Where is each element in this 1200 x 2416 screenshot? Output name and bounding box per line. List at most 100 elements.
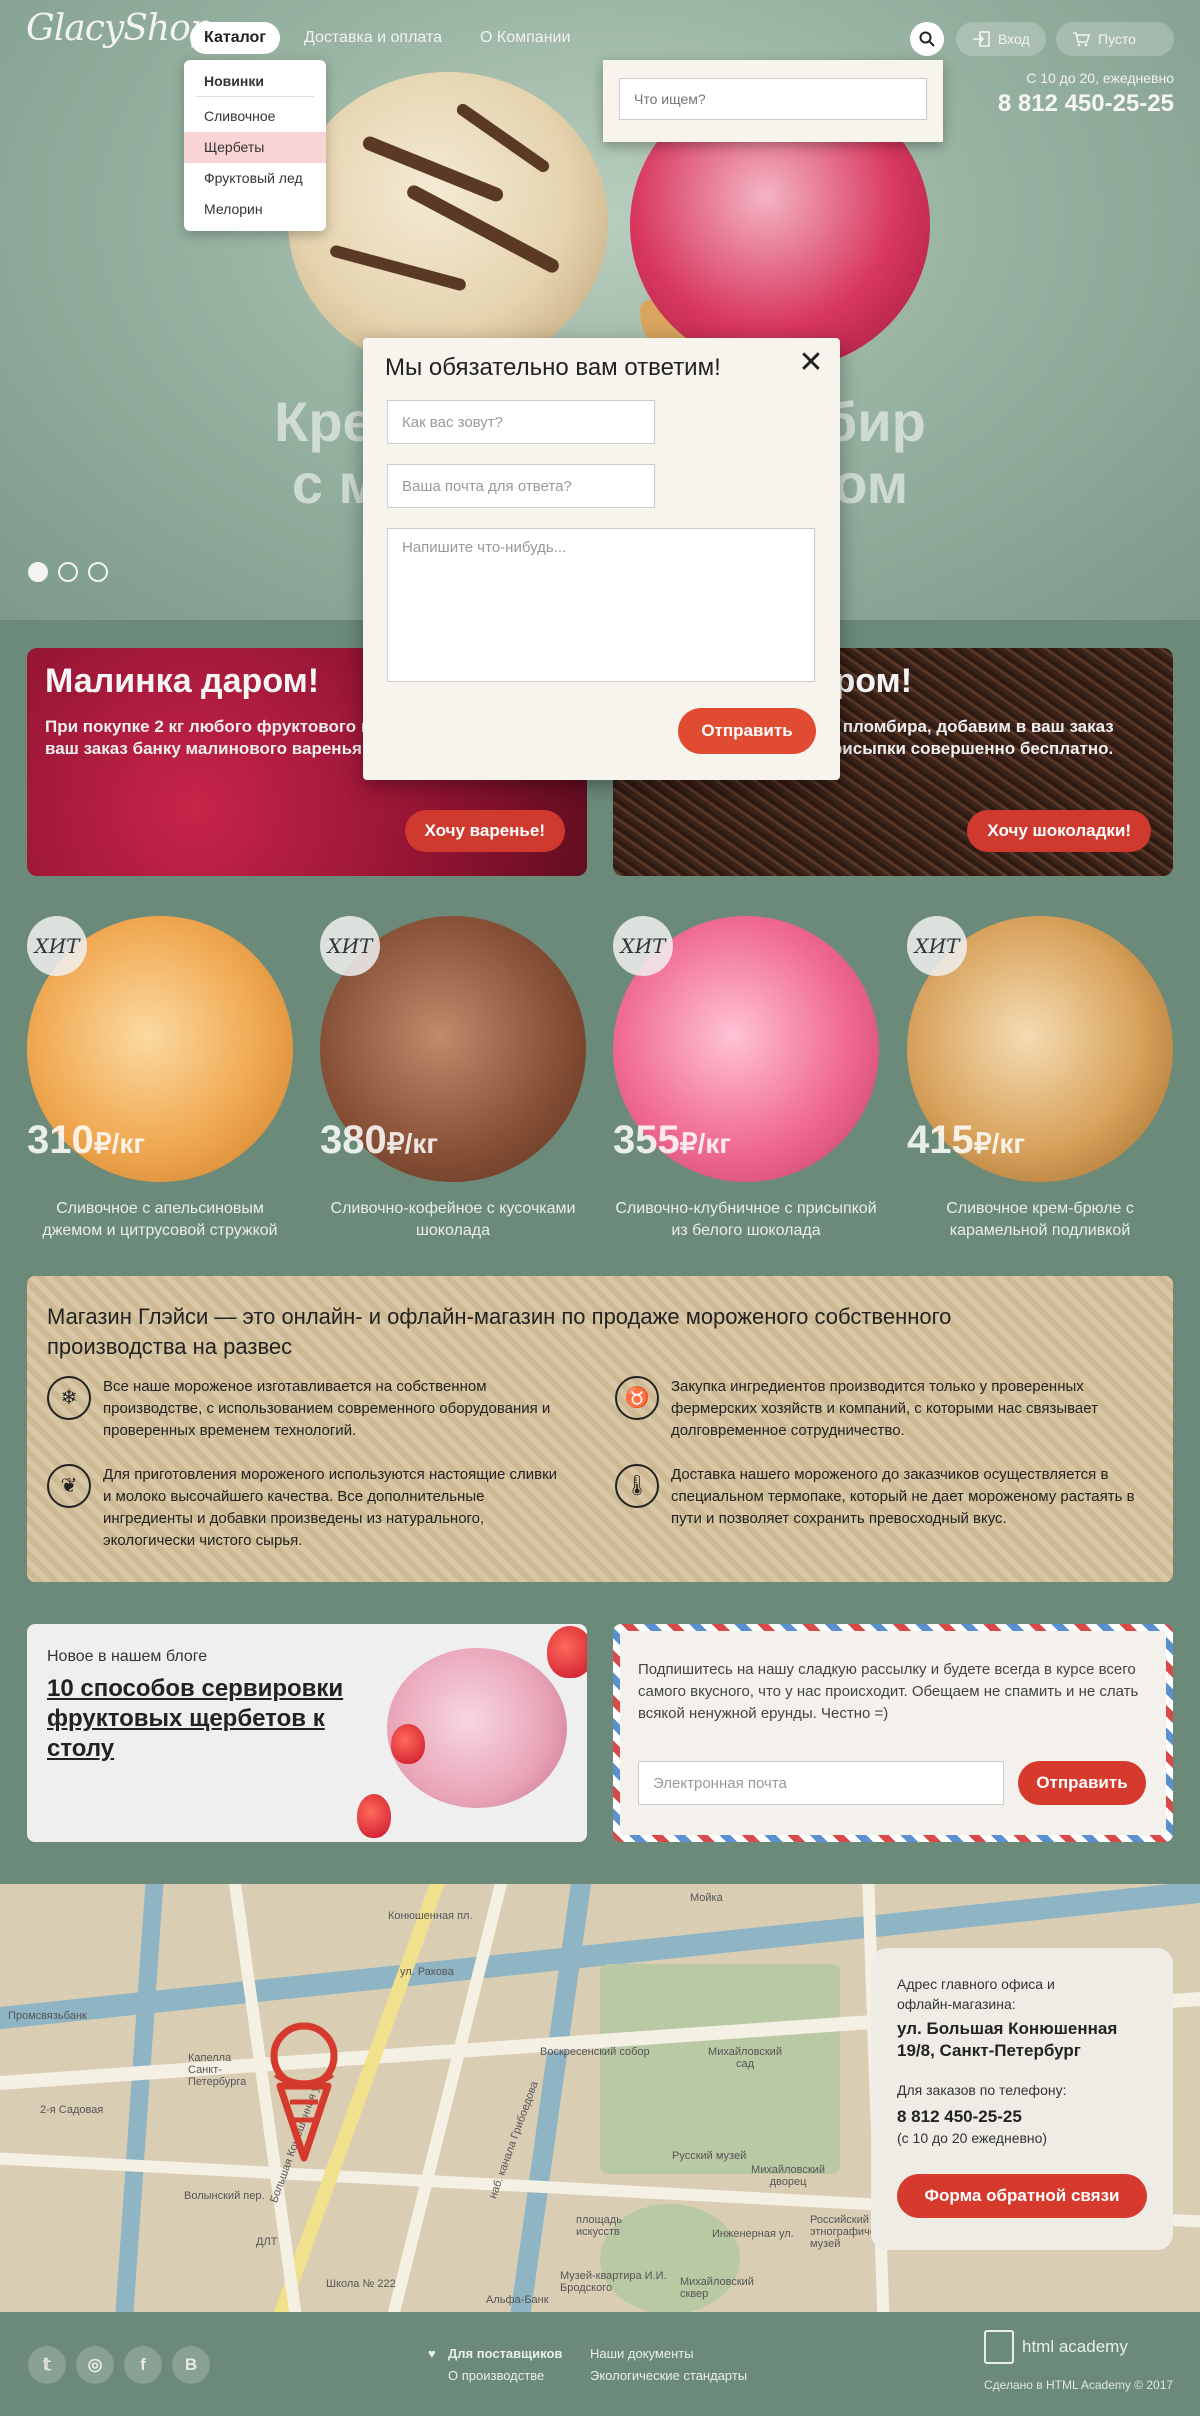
feature-item: ❄ Все наше мороженое изготавливается на … <box>47 1376 567 1442</box>
search-popup <box>603 60 943 142</box>
close-icon[interactable]: ✕ <box>796 348 826 378</box>
login-label: Вход <box>998 31 1030 47</box>
vk-icon[interactable]: B <box>172 2346 210 2384</box>
subscribe-email-field[interactable]: Электронная почта <box>638 1761 1004 1805</box>
map-label: Альфа-Банк <box>486 2294 549 2306</box>
subscribe-button[interactable]: Отправить <box>1018 1761 1146 1805</box>
cow-icon: ♉ <box>615 1376 659 1420</box>
feedback-form-button[interactable]: Форма обратной связи <box>897 2174 1147 2218</box>
map-label: Школа № 222 <box>326 2278 396 2290</box>
nav-catalog[interactable]: Каталог <box>190 22 280 54</box>
modal-submit-button[interactable]: Отправить <box>678 708 816 754</box>
product-price: 415₽/кг <box>907 1118 1026 1162</box>
cart-button[interactable]: Пусто <box>1056 22 1174 56</box>
map-label: Мойка <box>690 1892 723 1904</box>
heart-icon: ♥ <box>428 2346 436 2361</box>
contact-hours: (с 10 до 20 ежедневно) <box>897 2130 1048 2146</box>
map-label: Промсвязьбанк <box>8 2010 87 2022</box>
promo-raspberry-button[interactable]: Хочу варенье! <box>404 810 565 852</box>
map-label: Воскресенский собор <box>540 2046 650 2058</box>
header-phone[interactable]: 8 812 450-25-25 <box>998 90 1174 118</box>
road <box>382 1884 510 2312</box>
instagram-icon[interactable]: ◎ <box>76 2346 114 2384</box>
feature-item: ❦ Для приготовления мороженого использую… <box>47 1464 567 1552</box>
footer-link-suppliers[interactable]: Для поставщиков <box>448 2346 562 2361</box>
map-label: Русский музей <box>672 2150 747 2162</box>
hit-badge: ХИТ <box>27 916 87 976</box>
logo[interactable]: GlacyShop <box>26 8 213 49</box>
catalog-dropdown: Новинки Сливочное Щербеты Фруктовый лед … <box>184 60 326 231</box>
message-textarea[interactable]: Напишите что-нибудь... <box>387 528 815 682</box>
ice-cream-icon: ❄ <box>47 1376 91 1420</box>
map-label: Музей-квартира И.И. Бродского <box>560 2270 667 2294</box>
feature-item: ♉ Закупка ингредиентов производится толь… <box>615 1376 1135 1442</box>
footer-link-production[interactable]: О производстве <box>448 2368 544 2383</box>
product-card[interactable]: ХИТ 310₽/кг Сливочное с апельсиновым дже… <box>27 916 293 1242</box>
search-icon <box>919 31 935 47</box>
feature-item: 🌡 Доставка нашего мороженого до заказчик… <box>615 1464 1135 1530</box>
map-label: ул. Ракова <box>400 1966 454 1978</box>
catalog-item-melorin[interactable]: Мелорин <box>184 194 326 225</box>
map-label: Российский этнографический музей <box>810 2214 899 2250</box>
catalog-item-fruit-ice[interactable]: Фруктовый лед <box>184 163 326 194</box>
feature-text: Доставка нашего мороженого до заказчиков… <box>671 1466 1135 1527</box>
contact-phone[interactable]: 8 812 450-25-25 <box>897 2106 1147 2128</box>
twitter-icon[interactable]: 𝕥 <box>28 2346 66 2384</box>
blog-teaser: Новое в нашем блоге 10 способов сервиров… <box>27 1624 587 1842</box>
catalog-item-sherbet[interactable]: Щербеты <box>184 132 326 163</box>
product-name[interactable]: Сливочное с апельсиновым джемом и цитрус… <box>27 1198 293 1242</box>
name-field[interactable]: Как вас зовут? <box>387 400 655 444</box>
facebook-icon[interactable]: f <box>124 2346 162 2384</box>
strawberry-image <box>391 1724 425 1764</box>
footer-link-documents[interactable]: Наши документы <box>590 2346 694 2361</box>
html-academy-logo[interactable]: html academy <box>984 2330 1128 2364</box>
map-pin-icon[interactable] <box>262 2022 346 2162</box>
phone-label: Для заказов по телефону: <box>897 2082 1067 2098</box>
thermometer-icon: 🌡 <box>615 1464 659 1508</box>
map-label: Михайловский дворец <box>751 2164 825 2188</box>
slider-dot-3[interactable] <box>88 562 108 582</box>
product-price: 310₽/кг <box>27 1118 146 1162</box>
product-price: 380₽/кг <box>320 1118 439 1162</box>
search-input[interactable] <box>619 78 927 120</box>
promo-chocolate-button[interactable]: Хочу шоколадки! <box>967 810 1151 852</box>
slider-dots <box>28 562 108 582</box>
nav-about[interactable]: О Компании <box>466 22 584 54</box>
ice-cream-scoop-vanilla <box>288 72 608 372</box>
feature-text: Все наше мороженое изготавливается на со… <box>103 1378 551 1439</box>
login-button[interactable]: Вход <box>956 22 1046 56</box>
map-label: площадь искусств <box>576 2214 622 2238</box>
work-hours: С 10 до 20, ежедневно <box>1026 70 1174 86</box>
map-label: Волынский пер. <box>184 2190 265 2202</box>
product-name[interactable]: Сливочно-клубничное с присыпкой из белог… <box>613 1198 879 1242</box>
footer-link-eco[interactable]: Экологические стандарты <box>590 2368 747 2383</box>
catalog-item-new[interactable]: Новинки <box>196 66 314 97</box>
product-card[interactable]: ХИТ 380₽/кг Сливочно-кофейное с кусочкам… <box>320 916 586 1242</box>
main-nav: Каталог Доставка и оплата О Компании <box>190 22 584 54</box>
contact-card: Адрес главного офиса и офлайн-магазина: … <box>871 1948 1173 2250</box>
map-label: Инженерная ул. <box>712 2228 794 2240</box>
catalog-item-creamy[interactable]: Сливочное <box>184 101 326 132</box>
email-field[interactable]: Ваша почта для ответа? <box>387 464 655 508</box>
search-button[interactable] <box>910 22 944 56</box>
product-name[interactable]: Сливочное крем-брюле с карамельной подли… <box>907 1198 1173 1242</box>
slider-dot-2[interactable] <box>58 562 78 582</box>
product-card[interactable]: ХИТ 415₽/кг Сливочное крем-брюле с карам… <box>907 916 1173 1242</box>
address-label: Адрес главного офиса и офлайн-магазина: <box>897 1976 1055 2012</box>
blog-kicker: Новое в нашем блоге <box>47 1648 208 1665</box>
product-card[interactable]: ХИТ 355₽/кг Сливочно-клубничное с присып… <box>613 916 879 1242</box>
hit-badge: ХИТ <box>613 916 673 976</box>
modal-title: Мы обязательно вам ответим! <box>385 354 721 381</box>
subscribe-section: Подпишитесь на нашу сладкую рассылку и б… <box>613 1624 1173 1842</box>
academy-label: html academy <box>1022 2337 1128 2356</box>
strawberry-image <box>547 1626 587 1678</box>
product-name[interactable]: Сливочно-кофейное с кусочками шоколада <box>320 1198 586 1242</box>
map-label: Конюшенная пл. <box>388 1910 473 1922</box>
leaf-icon: ❦ <box>47 1464 91 1508</box>
blog-title-link[interactable]: 10 способов сервировки фруктовых щербето… <box>47 1674 357 1764</box>
nav-delivery[interactable]: Доставка и оплата <box>290 22 456 54</box>
feedback-modal: Мы обязательно вам ответим! ✕ Как вас зо… <box>363 338 840 780</box>
map-label: 2-я Садовая <box>40 2104 104 2116</box>
cart-icon <box>1073 32 1090 47</box>
slider-dot-1[interactable] <box>28 562 48 582</box>
